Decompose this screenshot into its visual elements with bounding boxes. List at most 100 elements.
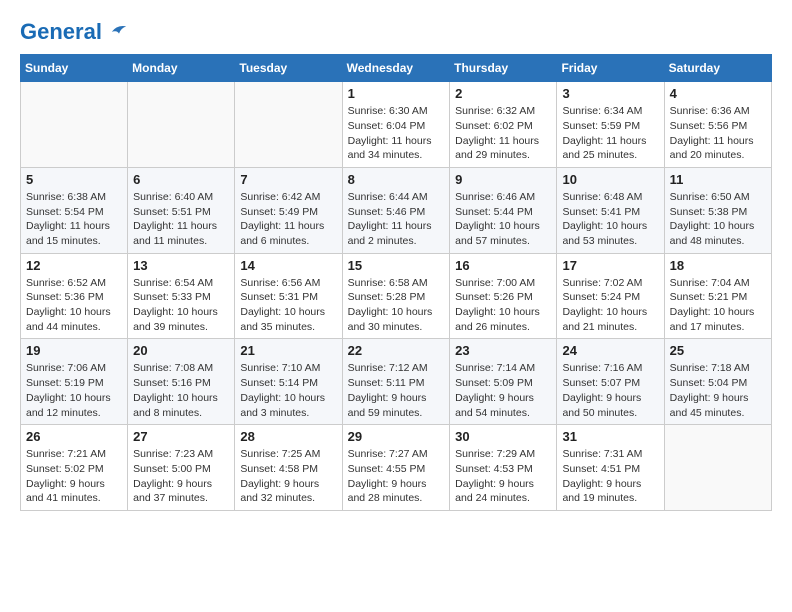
day-header-thursday: Thursday bbox=[450, 55, 557, 82]
day-number: 20 bbox=[133, 343, 229, 358]
calendar-cell: 16 Sunrise: 7:00 AM Sunset: 5:26 PM Dayli… bbox=[450, 253, 557, 339]
day-info: Sunrise: 7:27 AM Sunset: 4:55 PM Dayligh… bbox=[348, 447, 445, 506]
day-number: 26 bbox=[26, 429, 122, 444]
day-info: Sunrise: 6:38 AM Sunset: 5:54 PM Dayligh… bbox=[26, 190, 122, 249]
day-number: 11 bbox=[670, 172, 766, 187]
day-number: 9 bbox=[455, 172, 551, 187]
calendar-cell: 10 Sunrise: 6:48 AM Sunset: 5:41 PM Dayli… bbox=[557, 167, 664, 253]
day-info: Sunrise: 7:21 AM Sunset: 5:02 PM Dayligh… bbox=[26, 447, 122, 506]
day-number: 15 bbox=[348, 258, 445, 273]
week-row-3: 12 Sunrise: 6:52 AM Sunset: 5:36 PM Dayli… bbox=[21, 253, 772, 339]
day-header-friday: Friday bbox=[557, 55, 664, 82]
day-info: Sunrise: 6:34 AM Sunset: 5:59 PM Dayligh… bbox=[562, 104, 658, 163]
day-number: 4 bbox=[670, 86, 766, 101]
day-number: 6 bbox=[133, 172, 229, 187]
day-info: Sunrise: 6:50 AM Sunset: 5:38 PM Dayligh… bbox=[670, 190, 766, 249]
calendar-cell: 31 Sunrise: 7:31 AM Sunset: 4:51 PM Dayli… bbox=[557, 425, 664, 511]
day-info: Sunrise: 6:54 AM Sunset: 5:33 PM Dayligh… bbox=[133, 276, 229, 335]
calendar-cell: 19Sunrise: 7:06 AM Sunset: 5:19 PM Dayli… bbox=[21, 339, 128, 425]
calendar-cell: 1 Sunrise: 6:30 AM Sunset: 6:04 PM Daylig… bbox=[342, 82, 450, 168]
day-number: 25 bbox=[670, 343, 766, 358]
logo: General bbox=[20, 20, 128, 44]
calendar-cell: 27Sunrise: 7:23 AM Sunset: 5:00 PM Dayli… bbox=[128, 425, 235, 511]
day-number: 29 bbox=[348, 429, 445, 444]
day-number: 7 bbox=[240, 172, 336, 187]
calendar-cell: 17 Sunrise: 7:02 AM Sunset: 5:24 PM Dayli… bbox=[557, 253, 664, 339]
day-info: Sunrise: 7:29 AM Sunset: 4:53 PM Dayligh… bbox=[455, 447, 551, 506]
day-info: Sunrise: 6:42 AM Sunset: 5:49 PM Dayligh… bbox=[240, 190, 336, 249]
day-info: Sunrise: 7:25 AM Sunset: 4:58 PM Dayligh… bbox=[240, 447, 336, 506]
week-row-4: 19Sunrise: 7:06 AM Sunset: 5:19 PM Dayli… bbox=[21, 339, 772, 425]
day-info: Sunrise: 6:30 AM Sunset: 6:04 PM Dayligh… bbox=[348, 104, 445, 163]
day-info: Sunrise: 6:56 AM Sunset: 5:31 PM Dayligh… bbox=[240, 276, 336, 335]
day-number: 19 bbox=[26, 343, 122, 358]
calendar-cell bbox=[128, 82, 235, 168]
day-info: Sunrise: 7:31 AM Sunset: 4:51 PM Dayligh… bbox=[562, 447, 658, 506]
day-header-sunday: Sunday bbox=[21, 55, 128, 82]
day-number: 17 bbox=[562, 258, 658, 273]
calendar-cell: 25 Sunrise: 7:18 AM Sunset: 5:04 PM Dayli… bbox=[664, 339, 771, 425]
day-header-saturday: Saturday bbox=[664, 55, 771, 82]
calendar-cell: 6Sunrise: 6:40 AM Sunset: 5:51 PM Daylig… bbox=[128, 167, 235, 253]
day-number: 18 bbox=[670, 258, 766, 273]
calendar-cell: 23 Sunrise: 7:14 AM Sunset: 5:09 PM Dayli… bbox=[450, 339, 557, 425]
calendar-cell: 21 Sunrise: 7:10 AM Sunset: 5:14 PM Dayli… bbox=[235, 339, 342, 425]
day-header-tuesday: Tuesday bbox=[235, 55, 342, 82]
week-row-2: 5 Sunrise: 6:38 AM Sunset: 5:54 PM Daylig… bbox=[21, 167, 772, 253]
calendar-cell: 15Sunrise: 6:58 AM Sunset: 5:28 PM Dayli… bbox=[342, 253, 450, 339]
day-number: 30 bbox=[455, 429, 551, 444]
day-info: Sunrise: 6:46 AM Sunset: 5:44 PM Dayligh… bbox=[455, 190, 551, 249]
day-info: Sunrise: 7:14 AM Sunset: 5:09 PM Dayligh… bbox=[455, 361, 551, 420]
day-number: 22 bbox=[348, 343, 445, 358]
calendar-cell: 30 Sunrise: 7:29 AM Sunset: 4:53 PM Dayli… bbox=[450, 425, 557, 511]
calendar-cell: 26 Sunrise: 7:21 AM Sunset: 5:02 PM Dayli… bbox=[21, 425, 128, 511]
calendar-cell: 18 Sunrise: 7:04 AM Sunset: 5:21 PM Dayli… bbox=[664, 253, 771, 339]
day-info: Sunrise: 7:10 AM Sunset: 5:14 PM Dayligh… bbox=[240, 361, 336, 420]
day-number: 14 bbox=[240, 258, 336, 273]
calendar-cell: 14 Sunrise: 6:56 AM Sunset: 5:31 PM Dayli… bbox=[235, 253, 342, 339]
day-info: Sunrise: 7:08 AM Sunset: 5:16 PM Dayligh… bbox=[133, 361, 229, 420]
calendar-cell: 5 Sunrise: 6:38 AM Sunset: 5:54 PM Daylig… bbox=[21, 167, 128, 253]
calendar-cell: 24Sunrise: 7:16 AM Sunset: 5:07 PM Dayli… bbox=[557, 339, 664, 425]
day-number: 21 bbox=[240, 343, 336, 358]
day-number: 1 bbox=[348, 86, 445, 101]
calendar-cell: 8 Sunrise: 6:44 AM Sunset: 5:46 PM Daylig… bbox=[342, 167, 450, 253]
calendar-header-row: SundayMondayTuesdayWednesdayThursdayFrid… bbox=[21, 55, 772, 82]
calendar-cell: 2 Sunrise: 6:32 AM Sunset: 6:02 PM Daylig… bbox=[450, 82, 557, 168]
day-number: 8 bbox=[348, 172, 445, 187]
calendar-cell: 28 Sunrise: 7:25 AM Sunset: 4:58 PM Dayli… bbox=[235, 425, 342, 511]
day-info: Sunrise: 7:18 AM Sunset: 5:04 PM Dayligh… bbox=[670, 361, 766, 420]
day-number: 12 bbox=[26, 258, 122, 273]
week-row-1: 1 Sunrise: 6:30 AM Sunset: 6:04 PM Daylig… bbox=[21, 82, 772, 168]
day-number: 28 bbox=[240, 429, 336, 444]
calendar-cell: 29 Sunrise: 7:27 AM Sunset: 4:55 PM Dayli… bbox=[342, 425, 450, 511]
day-info: Sunrise: 6:48 AM Sunset: 5:41 PM Dayligh… bbox=[562, 190, 658, 249]
calendar-cell: 7 Sunrise: 6:42 AM Sunset: 5:49 PM Daylig… bbox=[235, 167, 342, 253]
calendar-cell bbox=[21, 82, 128, 168]
day-info: Sunrise: 7:04 AM Sunset: 5:21 PM Dayligh… bbox=[670, 276, 766, 335]
day-info: Sunrise: 7:00 AM Sunset: 5:26 PM Dayligh… bbox=[455, 276, 551, 335]
day-header-wednesday: Wednesday bbox=[342, 55, 450, 82]
day-number: 24 bbox=[562, 343, 658, 358]
logo-bird-icon bbox=[110, 21, 128, 39]
day-number: 27 bbox=[133, 429, 229, 444]
day-info: Sunrise: 7:02 AM Sunset: 5:24 PM Dayligh… bbox=[562, 276, 658, 335]
calendar-cell bbox=[235, 82, 342, 168]
calendar-cell: 11 Sunrise: 6:50 AM Sunset: 5:38 PM Dayli… bbox=[664, 167, 771, 253]
day-number: 31 bbox=[562, 429, 658, 444]
day-info: Sunrise: 6:32 AM Sunset: 6:02 PM Dayligh… bbox=[455, 104, 551, 163]
day-info: Sunrise: 6:44 AM Sunset: 5:46 PM Dayligh… bbox=[348, 190, 445, 249]
calendar-cell: 3Sunrise: 6:34 AM Sunset: 5:59 PM Daylig… bbox=[557, 82, 664, 168]
logo-text: General bbox=[20, 20, 128, 44]
day-number: 10 bbox=[562, 172, 658, 187]
week-row-5: 26 Sunrise: 7:21 AM Sunset: 5:02 PM Dayli… bbox=[21, 425, 772, 511]
day-header-monday: Monday bbox=[128, 55, 235, 82]
day-number: 23 bbox=[455, 343, 551, 358]
day-number: 2 bbox=[455, 86, 551, 101]
day-number: 16 bbox=[455, 258, 551, 273]
day-info: Sunrise: 6:52 AM Sunset: 5:36 PM Dayligh… bbox=[26, 276, 122, 335]
day-number: 5 bbox=[26, 172, 122, 187]
calendar-cell: 12 Sunrise: 6:52 AM Sunset: 5:36 PM Dayli… bbox=[21, 253, 128, 339]
calendar-cell: 9 Sunrise: 6:46 AM Sunset: 5:44 PM Daylig… bbox=[450, 167, 557, 253]
calendar-cell bbox=[664, 425, 771, 511]
